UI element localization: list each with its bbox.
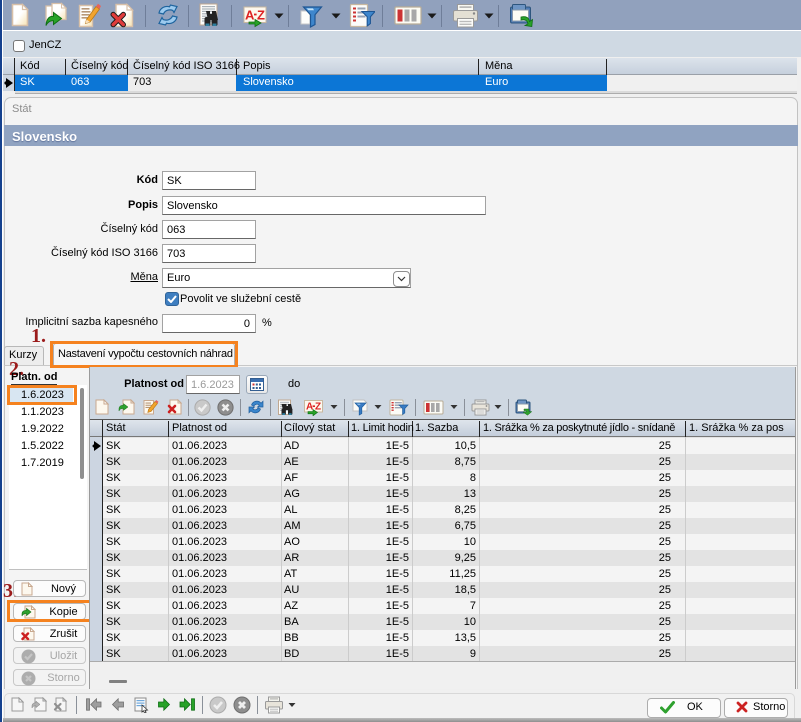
svg-text:A: A: [306, 402, 313, 413]
svg-text:A: A: [245, 8, 255, 23]
svg-text:Z: Z: [315, 402, 321, 413]
svg-text:Z: Z: [257, 8, 265, 23]
